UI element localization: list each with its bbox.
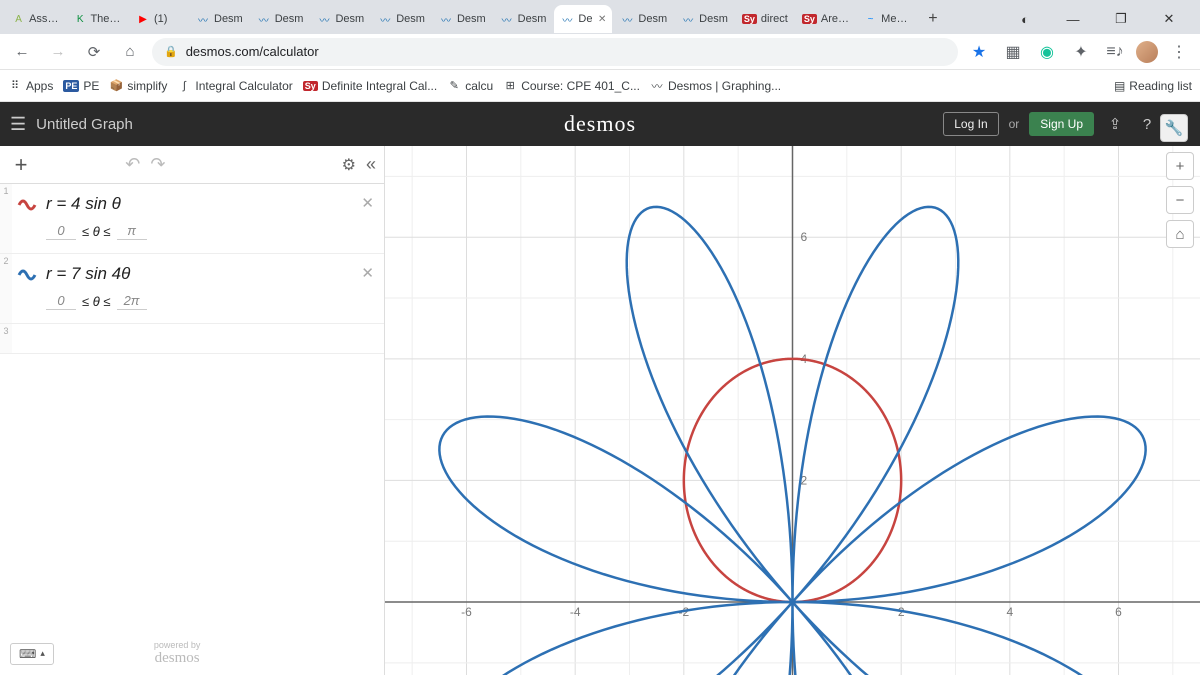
expression-row[interactable]: 1 r = 4 sin θ ≤ θ ≤ ✕ (0, 184, 384, 254)
domain-row: ≤ θ ≤ (46, 292, 376, 310)
forward-button[interactable]: → (44, 38, 72, 66)
zoom-out-button[interactable]: − (1166, 186, 1194, 214)
delete-expression-icon[interactable]: ✕ (361, 194, 374, 212)
share-icon[interactable]: ⇪ (1104, 115, 1126, 133)
omnibox[interactable]: 🔒 desmos.com/calculator (152, 38, 958, 66)
domain-max-input[interactable] (117, 292, 147, 310)
expression-toolbar: + ↶ ↷ ⚙ « (0, 146, 384, 184)
graph-canvas[interactable]: -6-4-2246246 (385, 146, 1200, 675)
svg-text:6: 6 (1115, 605, 1122, 619)
bookmark-item[interactable]: SyDefinite Integral Cal... (303, 79, 437, 93)
bookmark-item[interactable]: ⠿Apps (8, 79, 53, 93)
reload-button[interactable]: ⟳ (80, 38, 108, 66)
browser-tab[interactable]: 〰Desm (311, 5, 370, 33)
bookmarks-bar: ⠿Apps PEPE 📦simplify ∫Integral Calculator Sy… (0, 70, 1200, 102)
color-swatch[interactable] (16, 264, 38, 286)
address-bar: ← → ⟳ ⌂ 🔒 desmos.com/calculator ★ ▦ ◉ ✦ … (0, 34, 1200, 70)
close-window-icon[interactable]: ✕ (1154, 4, 1184, 34)
profile-avatar[interactable] (1136, 41, 1158, 63)
expression-formula[interactable]: r = 7 sin 4θ (46, 264, 376, 284)
expression-row[interactable]: 3 (0, 324, 384, 354)
browser-tab[interactable]: 〰Desm (433, 5, 492, 33)
reading-list-button[interactable]: ▤ Reading list (1114, 79, 1192, 93)
close-tab-icon[interactable]: ✕ (598, 14, 606, 25)
collapse-panel-icon[interactable]: « (366, 154, 376, 175)
zoom-home-button[interactable]: ⌂ (1166, 220, 1194, 248)
sidebar-footer: ⌨ ▴ powered by desmos (10, 640, 200, 667)
domain-min-input[interactable] (46, 222, 76, 240)
playlist-icon[interactable]: ≡♪ (1102, 39, 1128, 65)
bookmark-item[interactable]: ✎calcu (447, 79, 493, 93)
browser-tab[interactable]: 〰Desm (372, 5, 431, 33)
add-expression-button[interactable]: + (8, 152, 34, 178)
grammarly-icon[interactable]: ◉ (1034, 39, 1060, 65)
expression-number: 3 (0, 324, 12, 353)
color-swatch[interactable] (16, 194, 38, 216)
settings-gear-icon[interactable]: ⚙ (342, 155, 356, 175)
svg-text:4: 4 (1006, 605, 1013, 619)
svg-text:-6: -6 (461, 605, 472, 619)
extensions-icon[interactable]: ✦ (1068, 39, 1094, 65)
bookmark-item[interactable]: ⊞Course: CPE 401_C... (503, 79, 640, 93)
domain-max-input[interactable] (117, 222, 147, 240)
keyboard-button[interactable]: ⌨ ▴ (10, 643, 54, 665)
expression-number: 2 (0, 254, 12, 323)
notifications-icon[interactable]: ◐ (1010, 4, 1040, 34)
app-header: ☰ Untitled Graph desmos Log In or Sign U… (0, 102, 1200, 146)
browser-tab[interactable]: ▶(1) (130, 5, 188, 33)
maximize-icon[interactable]: ❐ (1106, 4, 1136, 34)
browser-tab[interactable]: 〰Desm (190, 5, 249, 33)
browser-tab[interactable]: KThe Se (68, 5, 128, 33)
home-button[interactable]: ⌂ (116, 38, 144, 66)
workspace: + ↶ ↷ ⚙ « 1 r = 4 sin θ ≤ θ ≤ ✕ 2 r = 7 sin 4… (0, 146, 1200, 675)
zoom-in-button[interactable]: + (1166, 152, 1194, 180)
bookmark-item[interactable]: ∫Integral Calculator (177, 79, 292, 93)
browser-tab[interactable]: 〰Desm (675, 5, 734, 33)
redo-button[interactable]: ↷ (150, 154, 165, 175)
new-tab-button[interactable]: + (920, 6, 946, 32)
url-text: desmos.com/calculator (186, 44, 319, 59)
domain-row: ≤ θ ≤ (46, 222, 376, 240)
login-button[interactable]: Log In (943, 112, 998, 136)
hamburger-icon[interactable]: ☰ (10, 114, 26, 135)
bookmark-item[interactable]: PEPE (63, 79, 99, 93)
browser-tab[interactable]: 〰Desm (251, 5, 310, 33)
graph-settings-button[interactable]: 🔧 (1160, 114, 1188, 142)
browser-tab[interactable]: 〰Desm (614, 5, 673, 33)
browser-tab[interactable]: ~Messe (858, 5, 918, 33)
expression-number: 1 (0, 184, 12, 253)
svg-text:6: 6 (801, 230, 808, 244)
zoom-controls: 🔧 + − ⌂ (1166, 152, 1194, 248)
bookmark-item[interactable]: 📦simplify (109, 79, 167, 93)
lock-icon: 🔒 (164, 45, 178, 58)
expression-panel: + ↶ ↷ ⚙ « 1 r = 4 sin θ ≤ θ ≤ ✕ 2 r = 7 sin 4… (0, 146, 385, 675)
bookmark-item[interactable]: 〰Desmos | Graphing... (650, 79, 781, 93)
expression-formula[interactable]: r = 4 sin θ (46, 194, 376, 214)
signup-button[interactable]: Sign Up (1029, 112, 1094, 136)
back-button[interactable]: ← (8, 38, 36, 66)
graph-title[interactable]: Untitled Graph (36, 116, 133, 133)
powered-by: powered by desmos (154, 640, 201, 667)
desmos-logo: desmos (564, 111, 636, 137)
graph-pane[interactable]: -6-4-2246246 🔧 + − ⌂ (385, 146, 1200, 675)
browser-tab[interactable]: 〰Desm (494, 5, 553, 33)
browser-tab[interactable]: Sydirect (736, 5, 794, 33)
domain-min-input[interactable] (46, 292, 76, 310)
svg-text:-4: -4 (570, 605, 581, 619)
chrome-menu-icon[interactable]: ⋮ (1166, 39, 1192, 65)
grid-extension-icon[interactable]: ▦ (1000, 39, 1026, 65)
window-controls: ◐ — ❐ ✕ (1010, 4, 1194, 34)
browser-tabstrip: AAssignKThe Se▶(1)〰Desm〰Desm〰Desm〰Desm〰D… (0, 0, 1200, 34)
browser-tab[interactable]: 〰De✕ (554, 5, 612, 33)
browser-tab[interactable]: AAssign (6, 5, 66, 33)
undo-button[interactable]: ↶ (125, 154, 140, 175)
delete-expression-icon[interactable]: ✕ (361, 264, 374, 282)
expression-row[interactable]: 2 r = 7 sin 4θ ≤ θ ≤ ✕ (0, 254, 384, 324)
minimize-icon[interactable]: — (1058, 4, 1088, 34)
star-icon[interactable]: ★ (966, 39, 992, 65)
help-icon[interactable]: ? (1136, 116, 1158, 133)
browser-tab[interactable]: SyArea B (796, 5, 856, 33)
or-label: or (1009, 117, 1020, 131)
reading-list-icon: ▤ (1114, 79, 1125, 93)
